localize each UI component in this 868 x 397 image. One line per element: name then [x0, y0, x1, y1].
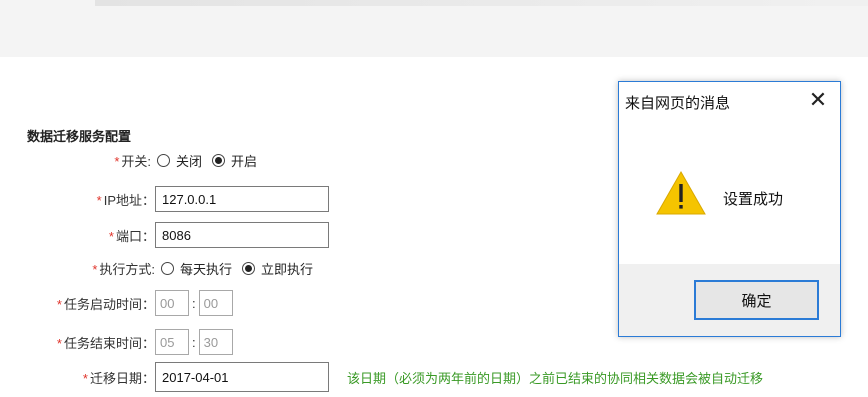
end-hour-input[interactable]: [155, 329, 189, 355]
form-title: 数据迁移服务配置: [27, 129, 132, 144]
warning-icon: [656, 170, 706, 215]
start-hour-input[interactable]: [155, 290, 189, 316]
exec-daily-radio[interactable]: [161, 261, 174, 275]
message-dialog: 来自网页的消息 ✕ 设置成功 确定: [618, 81, 841, 337]
switch-label: * 开关:: [114, 153, 151, 169]
port-row: * 端口：: [0, 222, 329, 248]
switch-off-radio[interactable]: [157, 153, 170, 167]
dialog-title: 来自网页的消息: [625, 95, 731, 112]
switch-on-label[interactable]: 开启: [231, 151, 257, 170]
exec-mode-radio-group: 每天执行 立即执行: [161, 259, 323, 278]
migrate-date-input[interactable]: [155, 362, 329, 392]
switch-off-label[interactable]: 关闭: [176, 151, 202, 170]
end-time-label: * 任务结束时间：: [56, 335, 155, 351]
switch-radio-group: 关闭 开启: [157, 151, 267, 170]
dialog-message: 设置成功: [723, 191, 784, 208]
exec-now-radio[interactable]: [242, 261, 256, 275]
exec-now-label[interactable]: 立即执行: [261, 259, 313, 278]
port-label: * 端口：: [108, 228, 155, 244]
migrate-date-row: *迁移日期： 该日期（必须为两年前的日期）之前已结束的协同相关数据会被自动迁移: [0, 362, 764, 392]
migrate-date-label: * 迁移日期：: [82, 370, 155, 386]
end-time-row: *任务结束时间： :: [0, 329, 233, 355]
ok-button[interactable]: 确定: [694, 280, 819, 320]
exec-mode-label: * 执行方式:: [92, 261, 155, 277]
migrate-date-hint: 该日期（必须为两年前的日期）之前已结束的协同相关数据会被自动迁移: [347, 370, 764, 386]
dialog-footer: 确定: [619, 264, 840, 336]
banner-strip: [95, 0, 868, 6]
time-separator: :: [192, 295, 196, 311]
switch-on-radio[interactable]: [212, 153, 226, 167]
switch-row: * 开关: 关闭 开启: [0, 147, 267, 173]
start-minute-input[interactable]: [198, 290, 233, 316]
ip-label: * IP地址：: [96, 192, 155, 208]
ip-row: * IP地址：: [0, 186, 329, 212]
exec-daily-label[interactable]: 每天执行: [180, 259, 232, 278]
end-minute-input[interactable]: [198, 329, 233, 355]
exec-mode-row: * 执行方式: 每天执行 立即执行: [0, 255, 323, 281]
close-icon[interactable]: ✕: [806, 88, 830, 112]
time-separator: :: [192, 334, 196, 350]
port-input[interactable]: [155, 222, 329, 248]
start-time-row: *任务启动时间： :: [0, 290, 233, 316]
ip-address-input[interactable]: [155, 186, 329, 212]
top-banner: [0, 0, 868, 57]
start-time-label: * 任务启动时间：: [56, 296, 155, 312]
